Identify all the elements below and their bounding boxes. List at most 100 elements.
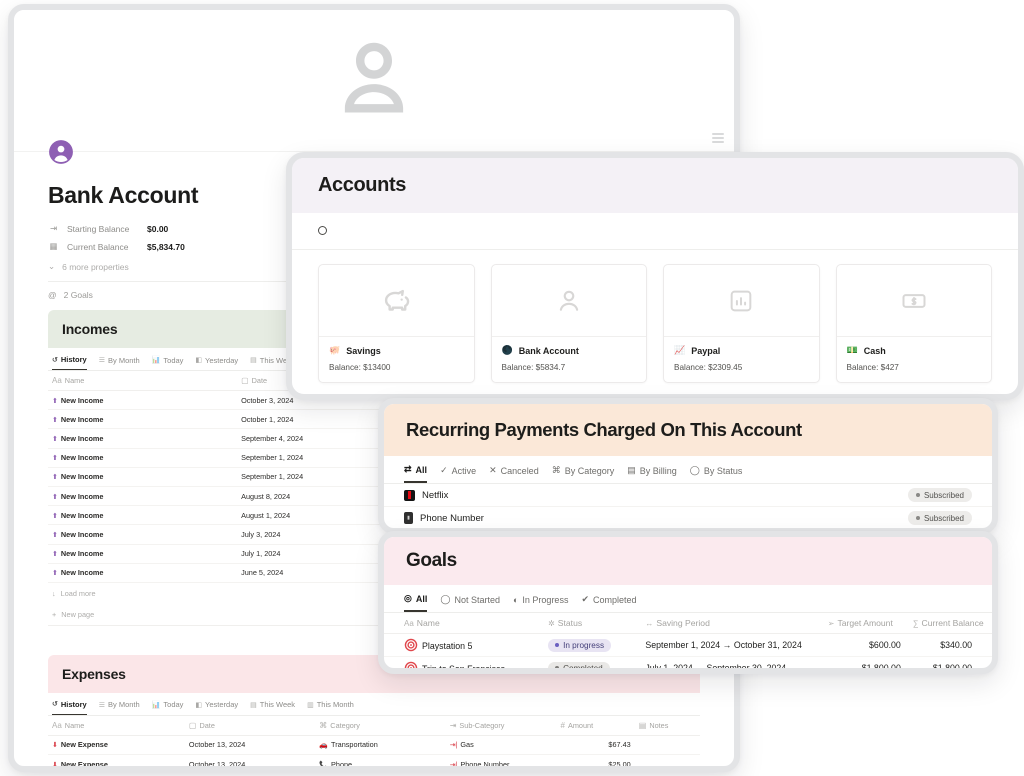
income-icon: ⬆ xyxy=(52,551,58,558)
account-card[interactable]: 📈 Paypal Balance: $2309.45 xyxy=(663,264,820,383)
recurring-row[interactable]: ▮Phone Number Subscribed xyxy=(384,507,992,530)
account-type-icon: 💵 xyxy=(847,345,858,356)
tab-all[interactable]: ⇄ All xyxy=(404,464,427,483)
view-tab-yesterday[interactable]: ◧Yesterday xyxy=(195,700,238,715)
tab-in progress[interactable]: ◐ In Progress xyxy=(513,593,568,612)
cell-amount: $67.43 xyxy=(557,735,635,754)
tab-label: Active xyxy=(452,466,477,476)
tab-by status[interactable]: ◯ By Status xyxy=(690,464,743,483)
view-tab-history[interactable]: ↺History xyxy=(52,700,87,715)
status-dot-icon xyxy=(916,493,920,497)
cell-sub-category: ⇥|Phone Number xyxy=(446,755,557,772)
table-row[interactable]: ⬇New Expense October 13, 2024 🚗Transport… xyxy=(48,735,700,754)
expenses-view-tabs[interactable]: ↺History ☰By Month 📊Today ◧Yesterday ▤Th… xyxy=(48,693,700,716)
tab-label: This Month xyxy=(317,700,354,709)
cell-name: ⬆New Income xyxy=(48,448,237,467)
view-tab-history[interactable]: ↺History xyxy=(52,355,87,370)
view-tab-yesterday[interactable]: ◧Yesterday xyxy=(195,355,238,370)
tab-label: By Category xyxy=(565,466,615,476)
text-icon: ▤ xyxy=(639,721,647,730)
tab-canceled[interactable]: ✕ Canceled xyxy=(489,464,539,483)
recurring-tabs[interactable]: ⇄ All ✓ Active ✕ Canceled ⌘ By Category … xyxy=(384,456,992,484)
target-icon xyxy=(404,661,418,674)
tab-not started[interactable]: ◯ Not Started xyxy=(440,593,500,612)
account-card-title: 🌑 Bank Account xyxy=(502,345,637,356)
account-type-icon: 🐖 xyxy=(329,345,340,356)
circle-icon[interactable] xyxy=(318,226,327,235)
view-tab-by-month[interactable]: ☰By Month xyxy=(99,700,140,715)
arrow-down-icon: ↓ xyxy=(52,589,56,598)
col-category[interactable]: ⌘Category xyxy=(315,716,445,736)
tab-by billing[interactable]: ▤ By Billing xyxy=(627,464,677,483)
hash-icon: # xyxy=(561,721,565,730)
col-amount[interactable]: #Amount xyxy=(557,716,635,736)
tab-all[interactable]: ◎ All xyxy=(404,593,427,612)
page-cover xyxy=(14,10,734,152)
accounts-window: Accounts 🐖 Savings Balance: $13400 🌑 Ban… xyxy=(286,152,1024,400)
col-status[interactable]: ✲Status xyxy=(542,613,639,634)
status-dot-icon xyxy=(916,516,920,520)
tab-label: Canceled xyxy=(501,466,539,476)
view-tab-by-month[interactable]: ☰By Month xyxy=(99,355,140,370)
table-header-row: AaName ✲Status ↔Saving Period ➢Target Am… xyxy=(384,613,992,634)
table-header-row: AaName ▢Date ⌘Category ⇥Sub-Category #Am… xyxy=(48,716,700,736)
cell-name: ⬆New Income xyxy=(48,410,237,429)
goals-tabs[interactable]: ◎ All ◯ Not Started ◐ In Progress ✔ Comp… xyxy=(384,585,992,613)
tab-active[interactable]: ✓ Active xyxy=(440,464,476,483)
cell-name: ⬇New Expense xyxy=(48,735,185,754)
account-card[interactable]: 🌑 Bank Account Balance: $5834.7 xyxy=(491,264,648,383)
view-tab-this-month[interactable]: ▥This Month xyxy=(307,700,354,715)
tab-label: History xyxy=(61,700,87,709)
account-card[interactable]: 💵 Cash Balance: $427 xyxy=(836,264,993,383)
sigma-icon: ∑ xyxy=(913,619,919,628)
target-icon xyxy=(404,638,418,652)
table-row[interactable]: Trip to San Francisco Completed July 1, … xyxy=(384,657,992,675)
chevron-down-icon: ⌄ xyxy=(48,261,55,272)
table-row[interactable]: ⬇New Expense October 13, 2024 📞Phone ⇥|P… xyxy=(48,755,700,772)
view-tab-today[interactable]: 📊Today xyxy=(152,355,184,370)
col-notes[interactable]: ▤Notes xyxy=(635,716,700,736)
col-saving-period[interactable]: ↔Saving Period xyxy=(639,613,821,634)
view-tab-today[interactable]: 📊Today xyxy=(152,700,184,715)
arrows-icon: ↔ xyxy=(645,619,653,628)
accounts-toolbar[interactable] xyxy=(292,213,1018,250)
property-value: $5,834.70 xyxy=(147,242,185,252)
square-icon: ◧ xyxy=(195,701,202,709)
cell-date: October 13, 2024 xyxy=(185,755,315,772)
account-balance: Balance: $2309.45 xyxy=(674,363,809,372)
cell-target-amount: $600.00 xyxy=(822,634,907,657)
title-icon: Aa xyxy=(404,619,414,628)
tab-label: History xyxy=(61,355,87,364)
col-sub-category[interactable]: ⇥Sub-Category xyxy=(446,716,557,736)
tab-by category[interactable]: ⌘ By Category xyxy=(552,464,615,483)
expense-icon: ⬇ xyxy=(52,762,58,769)
tab-completed[interactable]: ✔ Completed xyxy=(581,593,636,612)
account-name: Savings xyxy=(346,346,381,356)
tab-label: By Month xyxy=(108,356,140,365)
circle-icon: ◯ xyxy=(440,594,450,605)
income-icon: ⬆ xyxy=(52,570,58,577)
arrow-link-icon: ⇥| xyxy=(450,762,458,769)
account-card-body: 💵 Cash Balance: $427 xyxy=(837,337,992,382)
x-icon: ✕ xyxy=(489,465,497,476)
user-circle-icon xyxy=(48,139,74,165)
arrow-link-icon: ⇥ xyxy=(450,721,457,730)
calendar-icon: ▤ xyxy=(627,465,636,476)
account-card-title: 🐖 Savings xyxy=(329,345,464,356)
view-tab-this-week[interactable]: ▤This Week xyxy=(250,700,295,715)
accounts-header: Accounts xyxy=(292,158,1018,213)
table-row[interactable]: Playstation 5 In progress September 1, 2… xyxy=(384,634,992,657)
title-icon: Aa xyxy=(52,376,62,385)
col-target-amount[interactable]: ➢Target Amount xyxy=(822,613,907,634)
col-name[interactable]: AaName xyxy=(48,716,185,736)
col-name[interactable]: AaName xyxy=(384,613,542,634)
recurring-row[interactable]: Netflix Subscribed xyxy=(384,484,992,507)
col-date[interactable]: ▢Date xyxy=(185,716,315,736)
account-name: Cash xyxy=(864,346,886,356)
cell-status: In progress xyxy=(542,634,639,657)
col-current-balance[interactable]: ∑Current Balance xyxy=(907,613,992,634)
income-icon: ⬆ xyxy=(52,513,58,520)
col-name[interactable]: AaName xyxy=(48,371,237,391)
cell-sub-category: ⇥|Gas xyxy=(446,735,557,754)
account-card[interactable]: 🐖 Savings Balance: $13400 xyxy=(318,264,475,383)
